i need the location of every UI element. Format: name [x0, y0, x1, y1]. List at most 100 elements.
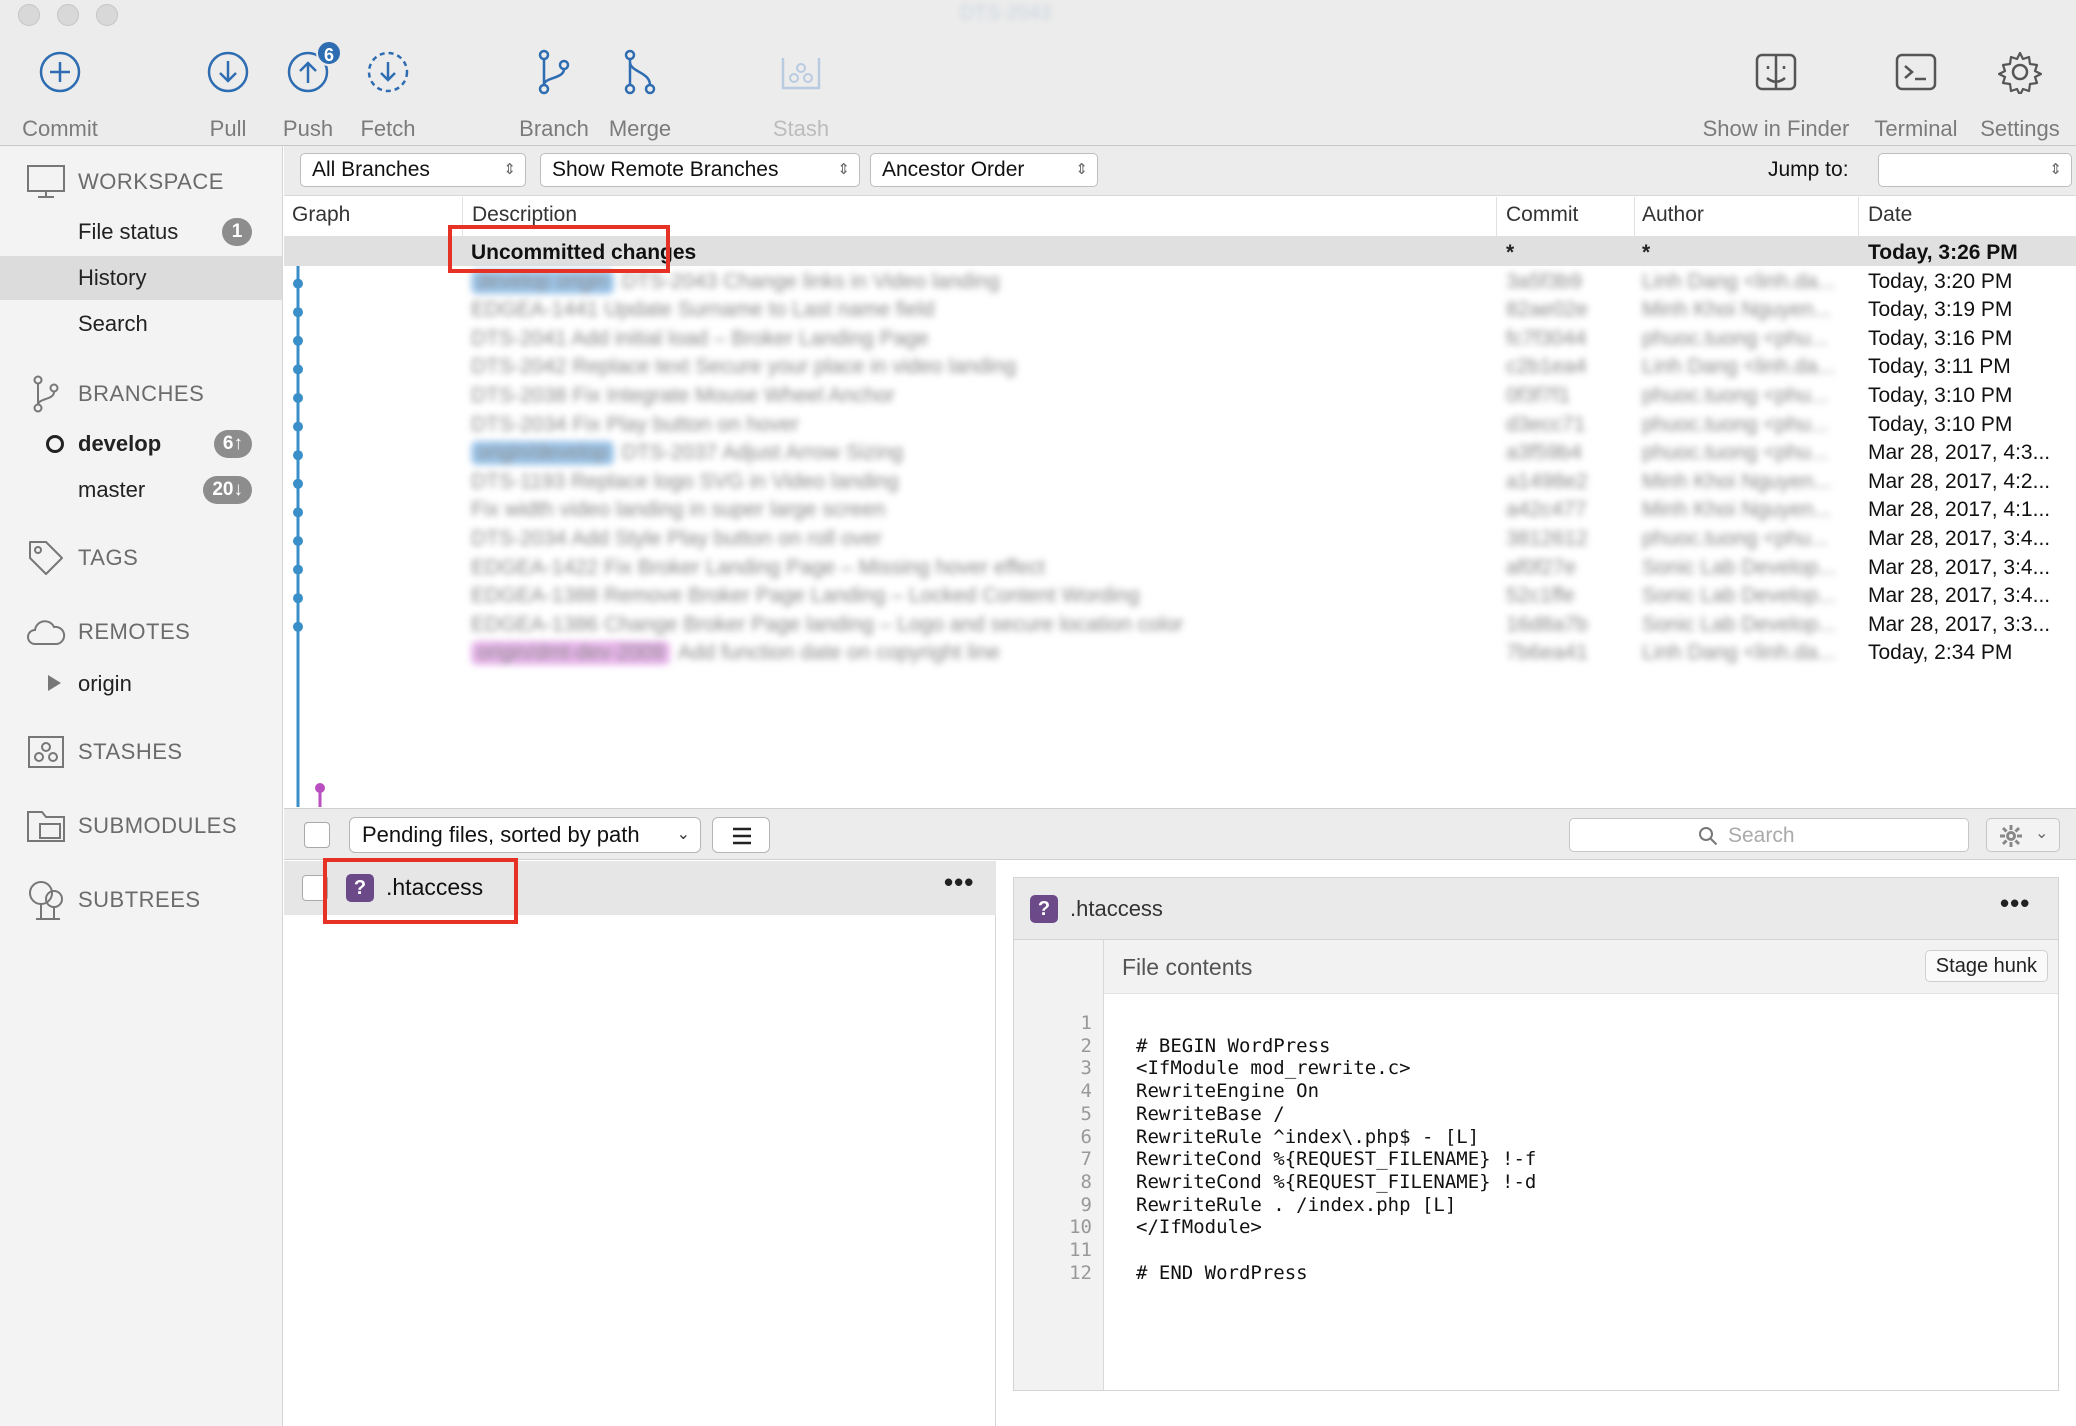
commit-date: Mar 28, 2017, 3:4... — [1868, 527, 2051, 550]
commit-row[interactable]: DTS-2034 Fix Play button on hover d3ecc71… — [284, 409, 2076, 438]
commit-row[interactable]: EDGEA-1422 Fix Broker Landing Page – Mis… — [284, 552, 2076, 581]
remotes-section[interactable]: REMOTES — [26, 612, 190, 652]
code-line: RewriteEngine On — [1136, 1080, 1320, 1103]
commit-author: Linh Dang <linh.da... — [1642, 269, 1836, 293]
sidebar-item-search[interactable]: Search — [0, 302, 282, 346]
commit-hash: * — [1506, 241, 1515, 264]
line-number: 8 — [1080, 1170, 1092, 1193]
file-search-input[interactable]: Search — [1569, 818, 1969, 852]
pending-files-list: ? .htaccess ••• — [284, 861, 996, 1426]
disclosure-triangle-icon[interactable] — [48, 675, 61, 691]
tags-section[interactable]: TAGS — [26, 538, 138, 578]
commit-row[interactable]: EDGEA-1441 Update Surname to Last name f… — [284, 294, 2076, 323]
sidebar-item-file-status[interactable]: File status 1 — [0, 210, 282, 254]
jump-to-select[interactable]: ⇕ — [1878, 153, 2072, 187]
line-number: 5 — [1080, 1102, 1092, 1125]
commit-row[interactable]: DTS-2038 Fix Integrate Mouse Wheel Ancho… — [284, 380, 2076, 409]
list-view-button[interactable] — [712, 817, 770, 853]
push-button[interactable]: 6 Push — [278, 40, 342, 142]
sidebar-item-develop[interactable]: develop 6↑ — [0, 422, 282, 466]
settings-label: Settings — [1980, 116, 2060, 141]
commit-row[interactable]: DTS-1193 Replace logo SVG in Video landi… — [284, 466, 2076, 495]
commit-date: Today, 3:20 PM — [1868, 269, 2013, 293]
chevron-down-icon: ⌄ — [2035, 825, 2049, 842]
merge-button[interactable]: Merge — [604, 40, 676, 142]
commit-author: Minh Khoi Nguyen... — [1642, 298, 1832, 322]
commit-author: phuoc.tuong <phu... — [1642, 441, 1829, 465]
push-count-badge: 6 — [316, 40, 342, 66]
push-icon: 6 — [278, 40, 342, 104]
commit-date: Today, 3:10 PM — [1868, 412, 2013, 436]
commit-row[interactable]: origin/dmt-dev-2009 Add function date on … — [284, 637, 2076, 666]
date-column-header[interactable]: Date — [1868, 203, 1912, 227]
zoom-window-button[interactable] — [96, 4, 118, 26]
description-cell: DTS-2034 Fix Play button on hover — [471, 413, 1601, 437]
commit-author: phuoc.tuong <phu... — [1642, 412, 1829, 436]
code-line: # END WordPress — [1136, 1261, 1308, 1284]
description-cell: EDGEA-1422 Fix Broker Landing Page – Mis… — [471, 556, 1601, 580]
commit-button[interactable]: Commit — [14, 40, 106, 142]
commit-row[interactable]: Fix width video landing in super large s… — [284, 494, 2076, 523]
close-window-button[interactable] — [18, 4, 40, 26]
master-behind-badge: 20↓ — [203, 476, 252, 504]
author-column-header[interactable]: Author — [1642, 203, 1704, 227]
subtrees-section[interactable]: SUBTREES — [26, 880, 201, 920]
terminal-button[interactable]: Terminal — [1870, 40, 1962, 142]
settings-button[interactable]: Settings — [1976, 40, 2064, 142]
fetch-button[interactable]: Fetch — [356, 40, 420, 142]
origin-label: origin — [78, 671, 132, 696]
commit-column-header[interactable]: Commit — [1506, 203, 1578, 227]
workspace-section[interactable]: WORKSPACE — [26, 162, 224, 202]
more-options-icon[interactable]: ••• — [944, 867, 974, 898]
minimize-window-button[interactable] — [57, 4, 79, 26]
sidebar-item-history[interactable]: History — [0, 256, 282, 300]
commit-hash: 3a5f3b9 — [1506, 269, 1582, 293]
search-label: Search — [78, 311, 148, 336]
tag-icon — [26, 538, 66, 578]
commit-hash: 3812612 — [1506, 527, 1588, 550]
commit-date: Today, 3:19 PM — [1868, 298, 2013, 322]
pending-files-sort-select[interactable]: Pending files, sorted by path ⌄ — [349, 817, 701, 853]
commit-row[interactable]: EDGEA-1386 Change Broker Page landing – … — [284, 609, 2076, 638]
stash-button[interactable]: Stash — [766, 40, 836, 142]
commit-row[interactable]: DTS-2042 Replace text Secure your place … — [284, 351, 2076, 380]
commit-row[interactable]: origin/develop DTS-2037 Adjust Arrow Sizi… — [284, 437, 2076, 466]
commit-hash: fc7f3044 — [1506, 326, 1587, 350]
graph-column-header[interactable]: Graph — [292, 203, 350, 227]
line-number: 11 — [1069, 1239, 1092, 1261]
commit-row[interactable]: DTS-2034 Add Style Play button on roll o… — [284, 523, 2076, 552]
branch-button[interactable]: Branch — [514, 40, 594, 142]
graph-node — [315, 783, 325, 793]
updown-chevron-icon: ⇕ — [2049, 161, 2062, 178]
workspace-label: WORKSPACE — [78, 169, 224, 194]
code-line: </IfModule> — [1136, 1216, 1262, 1239]
file-options-button[interactable]: ⌄ — [1986, 818, 2060, 852]
sidebar-item-master[interactable]: master 20↓ — [0, 468, 282, 512]
commit-description: Fix width video landing in super large s… — [471, 498, 886, 522]
commit-description: EDGEA-1441 Update Surname to Last name f… — [471, 298, 935, 322]
jump-to-label: Jump to: — [1768, 158, 1849, 181]
pull-button[interactable]: Pull — [200, 40, 256, 142]
stage-hunk-button[interactable]: Stage hunk — [1924, 950, 2048, 982]
commit-history-table: Graph Description Commit Author Date Unc… — [284, 197, 2076, 807]
description-column-header[interactable]: Description — [472, 203, 577, 227]
remote-branches-select[interactable]: Show Remote Branches ⇕ — [540, 153, 860, 187]
commit-author: Sonic Lab Develop... — [1642, 584, 1836, 608]
description-cell: DTS-1193 Replace logo SVG in Video landi… — [471, 470, 1601, 494]
branch-filter-select[interactable]: All Branches ⇕ — [300, 153, 526, 187]
commit-row[interactable]: DTS-2041 Add initial load – Broker Landi… — [284, 323, 2076, 352]
show-in-finder-button[interactable]: Show in Finder — [1698, 40, 1854, 142]
code-line: RewriteCond %{REQUEST_FILENAME} !-d — [1136, 1170, 1537, 1193]
select-all-checkbox[interactable] — [304, 822, 330, 848]
code-line: # BEGIN WordPress — [1136, 1034, 1331, 1057]
updown-chevron-icon: ⇕ — [1075, 161, 1088, 178]
sidebar-item-origin[interactable]: origin — [0, 662, 282, 706]
branches-section[interactable]: BRANCHES — [26, 374, 204, 414]
more-options-icon[interactable]: ••• — [2000, 888, 2030, 919]
description-cell: origin/develop DTS-2037 Adjust Arrow Sizi… — [471, 441, 1601, 466]
line-number: 9 — [1080, 1193, 1092, 1216]
stashes-section[interactable]: STASHES — [26, 732, 183, 772]
commit-row[interactable]: EDGEA-1388 Remove Broker Page Landing – … — [284, 580, 2076, 609]
submodules-section[interactable]: SUBMODULES — [26, 806, 237, 846]
order-select[interactable]: Ancestor Order ⇕ — [870, 153, 1098, 187]
